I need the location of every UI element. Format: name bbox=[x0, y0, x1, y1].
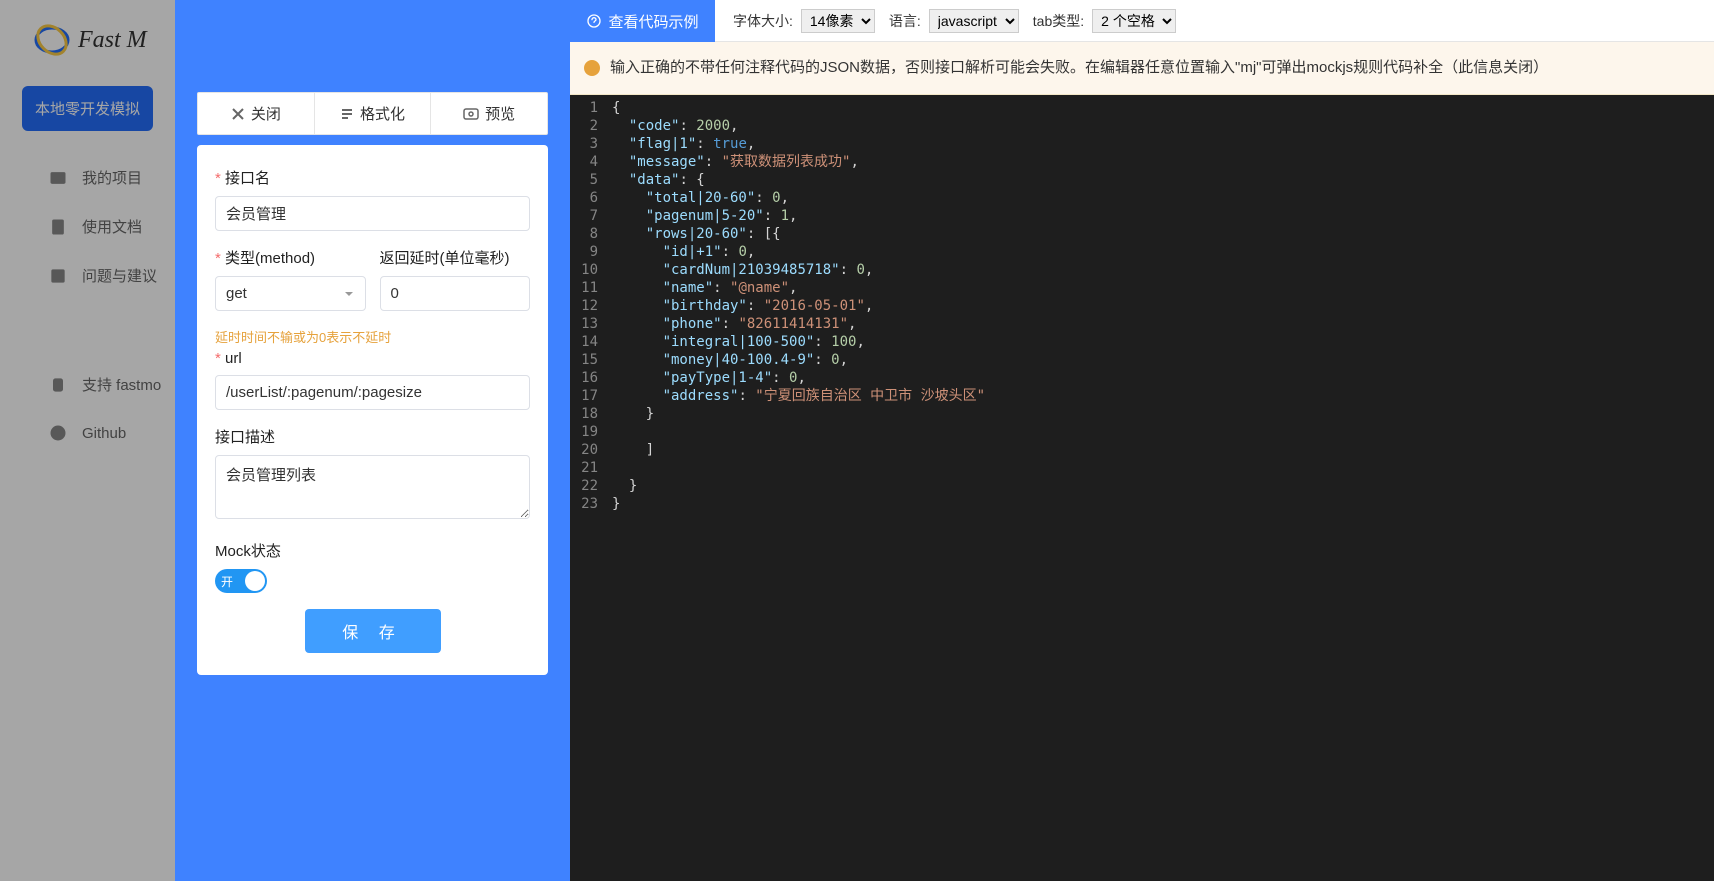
code-line: 19 bbox=[570, 423, 1714, 441]
code-line: 6 "total|20-60": 0, bbox=[570, 189, 1714, 207]
code-line: 5 "data": { bbox=[570, 171, 1714, 189]
desc-label: 接口描述 bbox=[215, 426, 530, 447]
api-form: 接口名 类型(method) get 返回延时(单位毫秒) 延时时间不输或为0表… bbox=[197, 145, 548, 675]
preview-icon bbox=[463, 107, 479, 121]
view-example-button[interactable]: 查看代码示例 bbox=[570, 0, 715, 42]
url-input[interactable] bbox=[215, 375, 530, 410]
font-size-label: 字体大小: bbox=[733, 11, 793, 31]
view-example-label: 查看代码示例 bbox=[608, 11, 698, 32]
format-button-label: 格式化 bbox=[360, 103, 405, 124]
font-size-select[interactable]: 14像素 bbox=[801, 9, 875, 33]
tab-type-select[interactable]: 2 个空格 bbox=[1092, 9, 1176, 33]
api-name-input[interactable] bbox=[215, 196, 530, 231]
switch-text: 开 bbox=[221, 573, 233, 590]
language-label: 语言: bbox=[889, 11, 921, 31]
code-line: 11 "name": "@name", bbox=[570, 279, 1714, 297]
editor-settings-bar: 字体大小: 14像素 语言: javascript tab类型: 2 个空格 bbox=[715, 0, 1714, 42]
mock-state-switch[interactable]: 开 bbox=[215, 569, 267, 593]
code-line: 23} bbox=[570, 495, 1714, 513]
code-line: 10 "cardNum|21039485718": 0, bbox=[570, 261, 1714, 279]
code-line: 2 "code": 2000, bbox=[570, 117, 1714, 135]
code-line: 22 } bbox=[570, 477, 1714, 495]
code-line: 9 "id|+1": 0, bbox=[570, 243, 1714, 261]
editor-area: 查看代码示例 字体大小: 14像素 语言: javascript tab类型: … bbox=[570, 0, 1714, 881]
code-editor[interactable]: 1{2 "code": 2000,3 "flag|1": true,4 "mes… bbox=[570, 95, 1714, 513]
editor-warning: 输入正确的不带任何注释代码的JSON数据，否则接口解析可能会失败。在编辑器任意位… bbox=[570, 42, 1714, 95]
format-icon bbox=[340, 107, 354, 121]
drawer-toolbar: 关闭 格式化 预览 bbox=[197, 92, 548, 135]
close-button-label: 关闭 bbox=[251, 103, 281, 124]
editor-top-bar: 查看代码示例 字体大小: 14像素 语言: javascript tab类型: … bbox=[570, 0, 1714, 42]
code-line: 21 bbox=[570, 459, 1714, 477]
url-label: url bbox=[215, 350, 530, 367]
preview-button[interactable]: 预览 bbox=[430, 93, 547, 134]
code-line: 13 "phone": "82611414131", bbox=[570, 315, 1714, 333]
method-label: 类型(method) bbox=[215, 247, 366, 268]
tab-type-label: tab类型: bbox=[1033, 11, 1084, 31]
code-line: 18 } bbox=[570, 405, 1714, 423]
api-name-label: 接口名 bbox=[215, 167, 530, 188]
code-line: 20 ] bbox=[570, 441, 1714, 459]
delay-hint: 延时时间不输或为0表示不延时 bbox=[215, 327, 530, 346]
delay-input[interactable] bbox=[380, 276, 531, 311]
code-line: 4 "message": "获取数据列表成功", bbox=[570, 153, 1714, 171]
modal-backdrop[interactable] bbox=[0, 0, 175, 881]
mock-state-label: Mock状态 bbox=[215, 540, 530, 561]
code-line: 8 "rows|20-60": [{ bbox=[570, 225, 1714, 243]
help-icon bbox=[586, 13, 602, 29]
close-button[interactable]: 关闭 bbox=[198, 93, 314, 134]
code-line: 7 "pagenum|5-20": 1, bbox=[570, 207, 1714, 225]
preview-button-label: 预览 bbox=[485, 103, 515, 124]
code-line: 17 "address": "宁夏回族自治区 中卫市 沙坡头区" bbox=[570, 387, 1714, 405]
code-line: 14 "integral|100-500": 100, bbox=[570, 333, 1714, 351]
desc-textarea[interactable] bbox=[215, 455, 530, 519]
code-line: 3 "flag|1": true, bbox=[570, 135, 1714, 153]
close-icon bbox=[231, 107, 245, 121]
code-line: 16 "payType|1-4": 0, bbox=[570, 369, 1714, 387]
delay-label: 返回延时(单位毫秒) bbox=[380, 247, 531, 268]
save-button[interactable]: 保 存 bbox=[305, 609, 441, 653]
api-edit-drawer: 关闭 格式化 预览 接口名 类型(method) get 返回延时(单位毫秒) bbox=[175, 0, 570, 881]
code-line: 15 "money|40-100.4-9": 0, bbox=[570, 351, 1714, 369]
method-select[interactable]: get bbox=[215, 276, 366, 311]
language-select[interactable]: javascript bbox=[929, 9, 1019, 33]
code-line: 1{ bbox=[570, 99, 1714, 117]
format-button[interactable]: 格式化 bbox=[314, 93, 431, 134]
code-line: 12 "birthday": "2016-05-01", bbox=[570, 297, 1714, 315]
